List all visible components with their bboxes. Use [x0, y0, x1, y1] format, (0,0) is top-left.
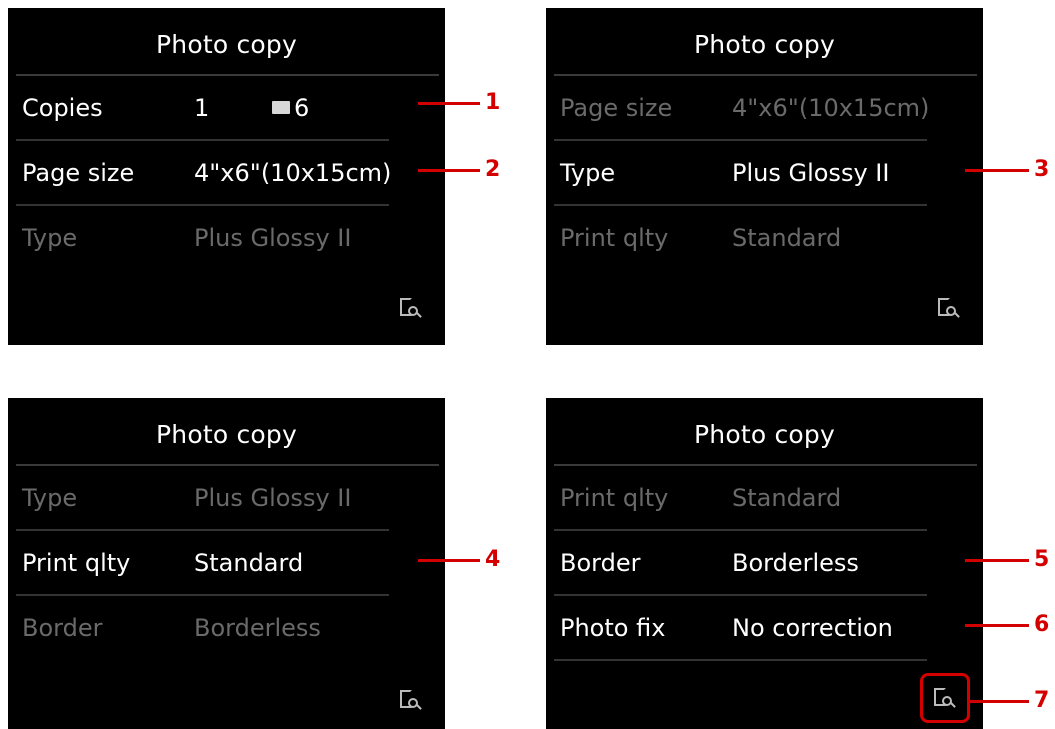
callout-number: 1 [485, 90, 501, 115]
setting-label: Photo fix [560, 614, 666, 642]
setting-label: Type [22, 484, 78, 512]
sheet-icon [272, 101, 290, 114]
setting-value: Plus Glossy II [732, 159, 890, 187]
callout-line [418, 102, 480, 105]
setting-label: Copies [22, 94, 103, 122]
callout-number: 7 [1034, 688, 1050, 713]
callout-number: 6 [1034, 612, 1050, 637]
callout-line [965, 169, 1029, 172]
setting-label: Page size [560, 94, 673, 122]
callout-line [970, 700, 1029, 703]
screen-panel-3: Photo copy Type Plus Glossy II Print qlt… [8, 398, 445, 729]
preview-icon[interactable] [400, 298, 422, 320]
callout-number: 5 [1034, 547, 1050, 572]
callout-number: 3 [1034, 157, 1050, 182]
setting-row-page-size[interactable]: Page size 4"x6"(10x15cm) [546, 76, 983, 140]
setting-label: Page size [22, 159, 135, 187]
screen-panel-4: Photo copy Print qlty Standard Border Bo… [546, 398, 983, 729]
page-title: Photo copy [694, 30, 835, 59]
divider [554, 659, 927, 661]
setting-row-type[interactable]: Type Plus Glossy II [8, 206, 445, 270]
setting-row-type[interactable]: Type Plus Glossy II [8, 466, 445, 530]
preview-icon[interactable] [938, 298, 960, 320]
setting-value: Plus Glossy II [194, 484, 352, 512]
callout-line [965, 624, 1029, 627]
setting-value: Standard [732, 224, 842, 252]
setting-label: Print qlty [22, 549, 131, 577]
setting-value: Standard [732, 484, 842, 512]
page-title: Photo copy [694, 420, 835, 449]
setting-value: 4"x6"(10x15cm) [194, 159, 392, 187]
screen-panel-2: Photo copy Page size 4"x6"(10x15cm) Type… [546, 8, 983, 345]
setting-label: Border [22, 614, 103, 642]
callout-line [418, 169, 480, 172]
screen-panel-1: Photo copy Copies 1 6 Page size 4"x6"(10… [8, 8, 445, 345]
setting-label: Print qlty [560, 224, 669, 252]
sheet-count: 6 [294, 94, 310, 122]
callout-number: 2 [485, 157, 501, 182]
copies-value: 1 [194, 94, 210, 122]
callout-number: 4 [485, 547, 501, 572]
setting-row-border[interactable]: Border Borderless [8, 596, 445, 660]
setting-value: Borderless [732, 549, 859, 577]
setting-value: Plus Glossy II [194, 224, 352, 252]
setting-label: Type [560, 159, 616, 187]
setting-row-border[interactable]: Border Borderless [546, 531, 983, 595]
preview-icon[interactable] [400, 690, 422, 712]
setting-row-page-size[interactable]: Page size 4"x6"(10x15cm) [8, 141, 445, 205]
setting-row-print-quality[interactable]: Print qlty Standard [546, 466, 983, 530]
setting-row-photo-fix[interactable]: Photo fix No correction [546, 596, 983, 660]
callout-line [965, 559, 1029, 562]
setting-row-copies[interactable]: Copies 1 6 [8, 76, 445, 140]
setting-value: Standard [194, 549, 304, 577]
page-title: Photo copy [156, 420, 297, 449]
setting-row-type[interactable]: Type Plus Glossy II [546, 141, 983, 205]
setting-value: Borderless [194, 614, 321, 642]
setting-value: No correction [732, 614, 893, 642]
preview-icon[interactable] [934, 688, 956, 710]
setting-label: Border [560, 549, 641, 577]
setting-row-print-quality[interactable]: Print qlty Standard [546, 206, 983, 270]
page-title: Photo copy [156, 30, 297, 59]
setting-value: 4"x6"(10x15cm) [732, 94, 930, 122]
setting-label: Type [22, 224, 78, 252]
callout-line [418, 559, 480, 562]
setting-label: Print qlty [560, 484, 669, 512]
setting-row-print-quality[interactable]: Print qlty Standard [8, 531, 445, 595]
